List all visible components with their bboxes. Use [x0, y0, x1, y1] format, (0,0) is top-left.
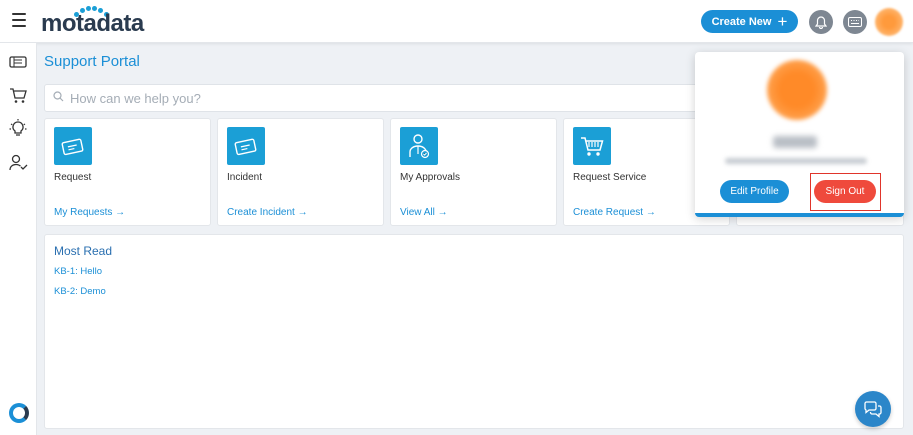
chat-bubbles-icon	[864, 401, 882, 418]
cart-nav-icon[interactable]	[8, 85, 28, 105]
sign-out-highlight: Sign Out	[810, 173, 881, 211]
approver-icon	[400, 127, 438, 165]
create-incident-link[interactable]: Create Incident →	[227, 207, 308, 218]
app-logo-icon[interactable]	[9, 403, 29, 423]
search-bar[interactable]	[44, 84, 724, 112]
notification-bell-icon[interactable]	[809, 10, 833, 34]
chat-button[interactable]	[855, 391, 891, 427]
create-new-label: Create New	[711, 15, 772, 28]
brand-logo[interactable]: motadata	[41, 10, 144, 38]
left-sidebar	[0, 43, 37, 435]
profile-email-redacted	[725, 158, 867, 164]
card-title: Request	[54, 172, 92, 183]
ticket-nav-icon[interactable]	[8, 52, 28, 72]
page-title: Support Portal	[44, 53, 140, 70]
sign-out-button[interactable]: Sign Out	[814, 180, 876, 203]
top-bar: motadata Create New +	[0, 0, 913, 43]
my-approvals-card[interactable]: My Approvals View All →	[390, 118, 557, 226]
shopping-cart-icon	[573, 127, 611, 165]
keyboard-icon[interactable]	[843, 10, 867, 34]
search-input[interactable]	[70, 90, 670, 106]
edit-profile-button[interactable]: Edit Profile	[720, 180, 789, 203]
create-new-button[interactable]: Create New +	[701, 10, 798, 33]
create-request-link[interactable]: Create Request →	[573, 207, 656, 218]
hamburger-menu-icon[interactable]	[12, 13, 26, 29]
user-check-nav-icon[interactable]	[8, 153, 28, 173]
ticket-icon	[54, 127, 92, 165]
lightbulb-nav-icon[interactable]	[8, 118, 28, 138]
request-card[interactable]: Request My Requests →	[44, 118, 211, 226]
my-requests-link[interactable]: My Requests →	[54, 207, 125, 218]
most-read-panel: Most Read KB-1: Hello KB-2: Demo	[44, 234, 904, 429]
user-avatar[interactable]	[875, 8, 903, 36]
incident-card[interactable]: Incident Create Incident →	[217, 118, 384, 226]
kb-article-link[interactable]: KB-1: Hello	[54, 266, 102, 277]
most-read-heading: Most Read	[54, 244, 113, 258]
kb-article-link[interactable]: KB-2: Demo	[54, 286, 106, 297]
card-title: Request Service	[573, 172, 647, 183]
search-icon	[53, 89, 64, 107]
card-title: Incident	[227, 172, 263, 183]
profile-dropdown: Edit Profile Sign Out	[695, 52, 904, 217]
profile-name-redacted	[773, 136, 817, 148]
profile-avatar	[767, 60, 827, 120]
incident-ticket-icon	[227, 127, 265, 165]
plus-icon: +	[777, 12, 788, 31]
view-all-approvals-link[interactable]: View All →	[400, 207, 448, 218]
card-title: My Approvals	[400, 172, 461, 183]
